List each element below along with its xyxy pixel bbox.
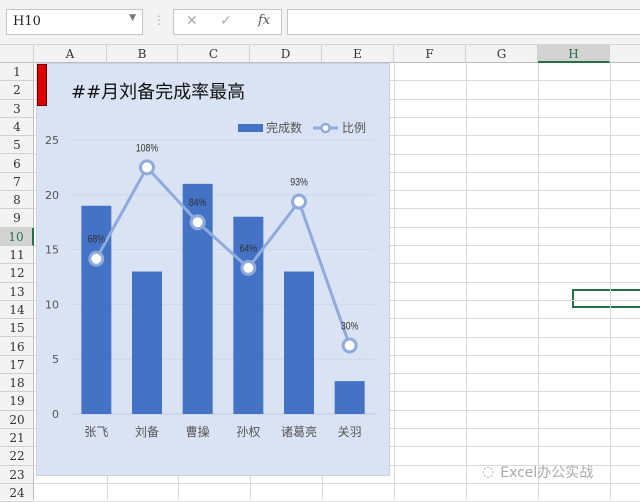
row-header-20[interactable]: 20 <box>0 411 34 429</box>
formula-toolbar: H10 ▼ ⋮ ✕ ✓ fx <box>0 0 640 45</box>
cancel-icon[interactable]: ✕ <box>186 13 198 29</box>
chevron-down-icon[interactable]: ▼ <box>129 13 136 23</box>
chart[interactable]: ##月刘备完成率最高 0 5 10 15 20 25 张飞 刘备 曹操 孙权 诸葛亮 关羽 68% 108… <box>36 63 390 476</box>
row-header-2[interactable]: 2 <box>0 81 34 100</box>
row-header-23[interactable]: 23 <box>0 466 34 484</box>
legend-label: 比例 <box>342 121 366 135</box>
column-header-g[interactable]: G <box>466 45 538 63</box>
formula-input[interactable] <box>287 9 640 35</box>
row-header-7[interactable]: 7 <box>0 173 34 192</box>
data-label: 108% <box>136 143 159 155</box>
data-label: 68% <box>88 234 106 246</box>
row-header-3[interactable]: 3 <box>0 100 34 118</box>
row-header-4[interactable]: 4 <box>0 118 34 137</box>
data-label: 93% <box>290 177 308 189</box>
data-label: 64% <box>240 243 258 255</box>
row-header-18[interactable]: 18 <box>0 374 34 393</box>
row-header-6[interactable]: 6 <box>0 155 34 173</box>
x-tick-label: 关羽 <box>338 425 362 439</box>
row-header-16[interactable]: 16 <box>0 338 34 356</box>
legend-line-marker <box>320 122 331 134</box>
ratio-point <box>139 159 155 176</box>
row-header-17[interactable]: 17 <box>0 356 34 375</box>
column-header-c[interactable]: C <box>178 45 250 63</box>
data-label: 30% <box>341 321 359 333</box>
x-tick-label: 孙权 <box>236 425 260 439</box>
data-label: 84% <box>189 197 207 209</box>
row-header-13[interactable]: 13 <box>0 283 34 301</box>
column-header-d[interactable]: D <box>250 45 322 63</box>
formula-buttons: ✕ ✓ fx <box>173 9 282 35</box>
column-header-b[interactable]: B <box>107 45 178 63</box>
x-tick-label: 张飞 <box>84 425 108 439</box>
gridline <box>34 482 640 484</box>
column-header-f[interactable]: F <box>394 45 466 63</box>
chart-plot: 0 5 10 15 20 25 张飞 刘备 曹操 孙权 诸葛亮 关羽 68% 108% 84% 64% 93% 3… <box>45 120 375 439</box>
x-tick-label: 诸葛亮 <box>281 424 317 439</box>
row-header-5[interactable]: 5 <box>0 136 34 155</box>
wechat-icon: ◌ <box>482 464 495 480</box>
column-header-a[interactable]: A <box>34 45 107 63</box>
column-header-h[interactable]: H <box>538 45 610 63</box>
selected-cell[interactable] <box>572 289 640 308</box>
row-header-15[interactable]: 15 <box>0 319 34 338</box>
row-headers: 1 2 3 4 5 6 7 8 9 10 11 12 13 14 15 16 17 18 19 20 21 22 23 24 <box>0 63 34 502</box>
row-header-24[interactable]: 24 <box>0 484 34 502</box>
y-tick-label: 25 <box>45 134 59 147</box>
y-tick-label: 5 <box>52 353 59 366</box>
bar-诸葛亮 <box>284 271 314 414</box>
y-tick-label: 0 <box>52 408 59 421</box>
y-tick-label: 10 <box>45 298 59 311</box>
row-header-14[interactable]: 14 <box>0 301 34 320</box>
watermark: ◌ Excel办公实战 <box>482 462 593 482</box>
select-all-button[interactable] <box>0 45 34 63</box>
row-header-19[interactable]: 19 <box>0 392 34 411</box>
ratio-point <box>341 337 358 354</box>
bar-关羽 <box>334 381 365 414</box>
ratio-point <box>88 250 105 267</box>
drag-handle-icon[interactable]: ⋮ <box>153 13 165 27</box>
ratio-point <box>189 214 206 231</box>
x-tick-label: 曹操 <box>186 424 210 439</box>
row-header-21[interactable]: 21 <box>0 429 34 448</box>
y-tick-label: 20 <box>45 189 59 202</box>
name-box-value: H10 <box>13 14 41 29</box>
row-header-11[interactable]: 11 <box>0 246 34 265</box>
ratio-point <box>291 193 307 210</box>
column-headers: ABCDEFGH <box>0 45 640 63</box>
ratio-point <box>240 259 257 276</box>
row-header-10[interactable]: 10 <box>0 227 34 246</box>
column-header-e[interactable]: E <box>322 45 394 63</box>
row-header-8[interactable]: 8 <box>0 191 34 210</box>
row-header-9[interactable]: 9 <box>0 209 34 228</box>
row-header-12[interactable]: 12 <box>0 264 34 283</box>
row-header-1[interactable]: 1 <box>0 63 34 82</box>
watermark-text: Excel办公实战 <box>500 465 594 481</box>
row-header-22[interactable]: 22 <box>0 447 34 466</box>
insert-function-button[interactable]: fx <box>258 13 270 28</box>
confirm-icon[interactable]: ✓ <box>220 13 232 29</box>
bar-刘备 <box>132 271 162 414</box>
y-tick-label: 15 <box>45 244 59 257</box>
x-tick-label: 刘备 <box>135 425 159 439</box>
legend-bar-swatch <box>238 124 263 132</box>
name-box[interactable]: H10 ▼ <box>6 9 143 35</box>
legend-label: 完成数 <box>266 120 302 135</box>
